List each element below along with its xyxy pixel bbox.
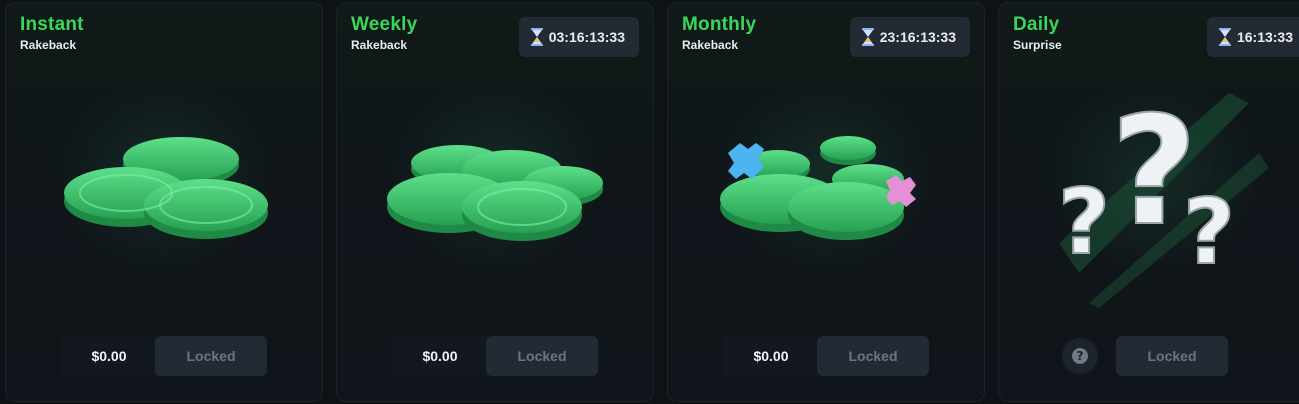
claim-button[interactable]: Locked bbox=[155, 336, 267, 376]
timer-value: 03:16:13:33 bbox=[548, 29, 625, 45]
svg-text:?: ? bbox=[1183, 180, 1235, 285]
card-controls: $0.00 Locked bbox=[6, 336, 322, 376]
claim-button[interactable]: Locked bbox=[817, 336, 929, 376]
card-subtitle: Surprise bbox=[1013, 38, 1062, 52]
card-title: Daily bbox=[1013, 14, 1060, 35]
coins-illustration bbox=[387, 145, 603, 241]
card-title: Monthly bbox=[682, 14, 757, 35]
card-subtitle: Rakeback bbox=[20, 38, 77, 52]
hourglass-icon bbox=[530, 28, 543, 46]
svg-text:?: ? bbox=[1058, 170, 1110, 275]
timer-value: 23:16:13:33 bbox=[879, 29, 956, 45]
coins-and-gems-illustration bbox=[720, 136, 916, 240]
countdown-timer: 03:16:13:33 bbox=[518, 17, 639, 57]
help-button[interactable]: ? bbox=[1062, 338, 1098, 374]
hourglass-icon bbox=[861, 28, 874, 46]
card-title: Instant bbox=[20, 14, 84, 35]
hourglass-icon bbox=[1218, 28, 1231, 46]
card-controls: $0.00 Locked bbox=[337, 336, 653, 376]
rakeback-amount: $0.00 bbox=[392, 336, 488, 376]
card-title: Weekly bbox=[351, 14, 418, 35]
rakeback-amount: $0.00 bbox=[61, 336, 157, 376]
question-icon: ? bbox=[1072, 348, 1088, 364]
card-subtitle: Rakeback bbox=[351, 38, 408, 52]
coins-illustration bbox=[64, 137, 268, 239]
weekly-rakeback-card: Weekly Rakeback 03:16:13:33 $0.00 Locked bbox=[336, 2, 654, 402]
card-controls: ? Locked bbox=[999, 336, 1299, 376]
timer-value: 16:13:33 bbox=[1236, 29, 1293, 45]
svg-text:?: ? bbox=[1077, 349, 1084, 363]
card-subtitle: Rakeback bbox=[682, 38, 739, 52]
daily-surprise-card: Daily Surprise 16:13:33 ? ? ? ? Locked bbox=[998, 2, 1299, 402]
instant-rakeback-card: Instant Rakeback $0.00 Locked bbox=[5, 2, 323, 402]
monthly-rakeback-card: Monthly Rakeback 23:16:13:33 $0.00 Locke… bbox=[667, 2, 985, 402]
claim-button[interactable]: Locked bbox=[486, 336, 598, 376]
card-controls: $0.00 Locked bbox=[668, 336, 984, 376]
rakeback-amount: $0.00 bbox=[723, 336, 819, 376]
countdown-timer: 23:16:13:33 bbox=[849, 17, 970, 57]
claim-button[interactable]: Locked bbox=[1116, 336, 1228, 376]
mystery-question-marks-illustration: ? ? ? bbox=[1057, 84, 1269, 308]
countdown-timer: 16:13:33 bbox=[1206, 17, 1299, 57]
